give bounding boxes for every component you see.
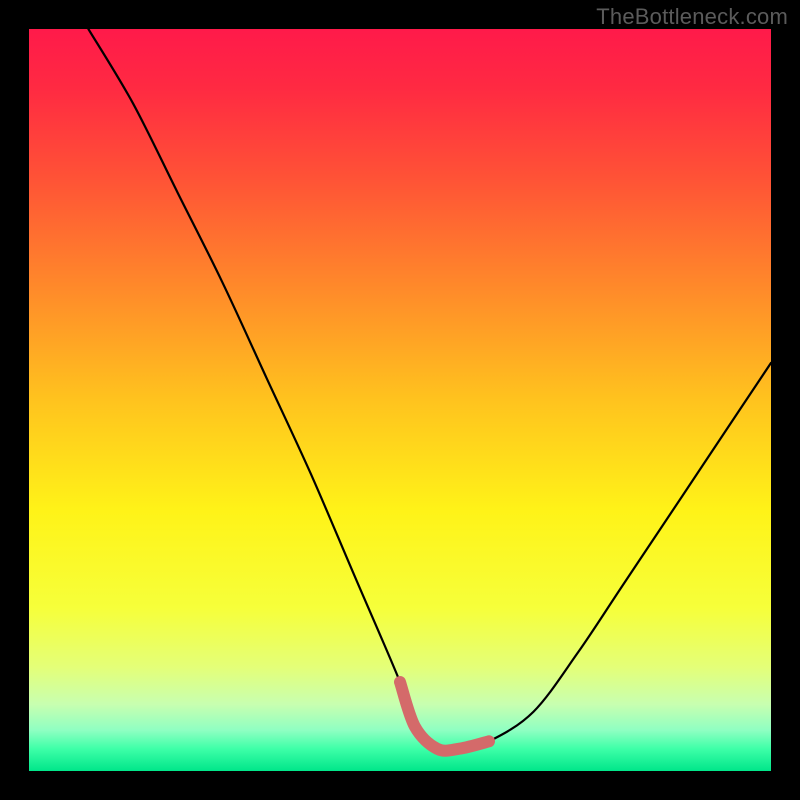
bottleneck-curve — [29, 29, 771, 771]
watermark-text: TheBottleneck.com — [596, 4, 788, 30]
chart-area — [29, 29, 771, 771]
